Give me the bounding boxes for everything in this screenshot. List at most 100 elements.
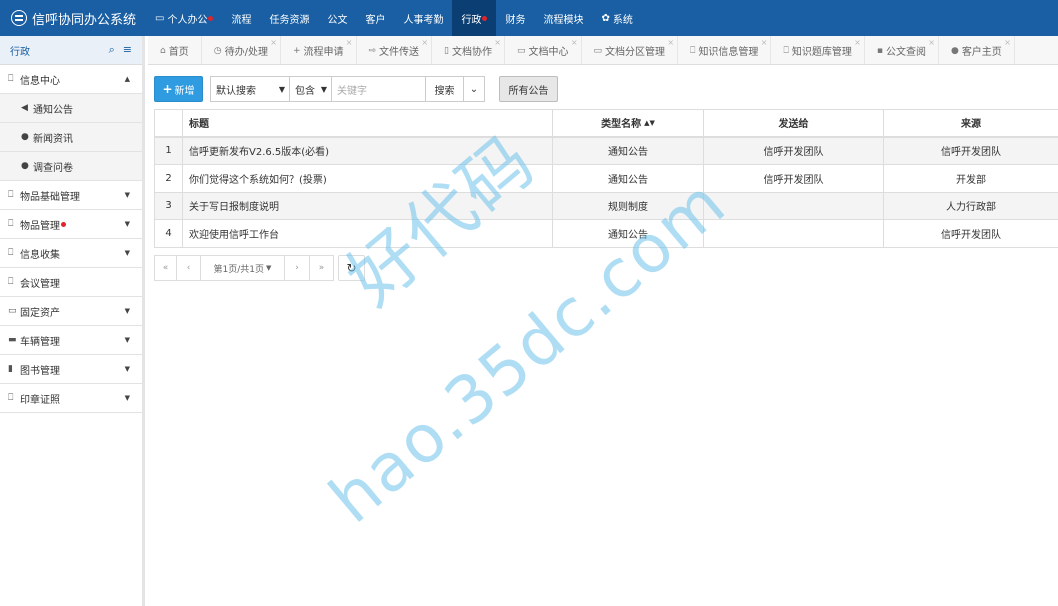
chevron-down-icon: ▼ xyxy=(278,84,285,94)
caret-down-icon: ▼ xyxy=(124,307,130,315)
match-mode-select[interactable]: 包含 ▼ xyxy=(290,76,332,102)
pagination: « ‹ 第1页/共1页 ▼ › » ↻ xyxy=(154,255,365,281)
plus-icon: + xyxy=(292,45,301,56)
table-row[interactable]: 2 你们觉得这个系统如何？(投票) 通知公告 信呼开发团队 开发部 xyxy=(154,165,1058,193)
col-send-to: 发送给 xyxy=(703,110,883,136)
logo-icon xyxy=(11,10,27,26)
question-icon: ● xyxy=(21,161,29,171)
sidebar-item-fixed-assets[interactable]: ▭ 固定资产 ▼ xyxy=(0,297,142,326)
keyword-input[interactable]: 关键字 xyxy=(332,76,426,102)
topnav-admin[interactable]: 行政 xyxy=(452,0,497,36)
close-icon[interactable]: × xyxy=(761,38,768,47)
top-menu: ▭ 个人办公 流程 任务资源 公文 客户 人事考勤 行政 财务 流程模块 ✿ 系统 xyxy=(146,0,642,36)
sidebar-item-vehicles[interactable]: ▬ 车辆管理 ▼ xyxy=(0,326,142,355)
tab-home[interactable]: ⌂ 首页 xyxy=(148,36,202,64)
tab-knowledge-bank[interactable]: ⎕ 知识题库管理 × xyxy=(771,36,865,64)
close-icon[interactable]: × xyxy=(270,38,277,47)
search-icon[interactable]: ⌕ xyxy=(109,43,115,57)
refresh-icon: ↻ xyxy=(346,261,357,275)
caret-down-icon: ▼ xyxy=(124,394,130,402)
tab-knowledge-info[interactable]: ⎕ 知识信息管理 × xyxy=(678,36,772,64)
sidebar-item-info-collect[interactable]: ⎕ 信息收集 ▼ xyxy=(0,239,142,268)
app-brand[interactable]: 信呼协同办公系统 xyxy=(0,9,146,28)
topnav-finance[interactable]: 财务 xyxy=(496,0,534,36)
sidebar-item-books[interactable]: ▮ 图书管理 ▼ xyxy=(0,355,142,384)
sidebar-item-news[interactable]: ● 新闻资讯 xyxy=(0,123,142,152)
globe-icon: ● xyxy=(21,132,29,142)
sidebar-title: 行政 xyxy=(10,46,30,58)
bookmark-icon: ⎕ xyxy=(8,219,14,229)
notification-dot xyxy=(61,221,66,227)
topnav-system[interactable]: ✿ 系统 xyxy=(592,0,641,36)
search-dropdown-button[interactable]: ⌄ xyxy=(464,76,485,102)
tab-bar: ⌂ 首页 ◷ 待办/处理 × + 流程申请 × ⇨ 文件传送 × ▯ 文档协作 × ▭ 文档中心 × … xyxy=(148,36,1058,65)
tab-doc-center[interactable]: ▭ 文档中心 × xyxy=(505,36,582,64)
add-button[interactable]: + 新增 xyxy=(154,76,203,102)
close-icon[interactable]: × xyxy=(1004,38,1011,47)
tab-flow-apply[interactable]: + 流程申请 × xyxy=(281,36,357,64)
caret-down-icon: ▼ xyxy=(124,191,130,199)
sidebar-item-item-basics[interactable]: ⎕ 物品基础管理 ▼ xyxy=(0,181,142,210)
close-icon[interactable]: × xyxy=(854,38,861,47)
tab-doc-collab[interactable]: ▯ 文档协作 × xyxy=(432,36,505,64)
col-type[interactable]: 类型名称 ▲▼ xyxy=(552,110,703,136)
topnav-flow[interactable]: 流程 xyxy=(222,0,260,36)
sidebar-item-meetings[interactable]: ⎕ 会议管理 xyxy=(0,268,142,297)
folder-icon: ▭ xyxy=(593,45,603,56)
tab-doc-partition[interactable]: ▭ 文档分区管理 × xyxy=(582,36,679,64)
laptop-icon: ▭ xyxy=(8,306,17,316)
page-select[interactable]: 第1页/共1页 ▼ xyxy=(201,255,285,281)
chevron-down-icon: ⌄ xyxy=(469,83,479,95)
last-page-button[interactable]: » xyxy=(310,255,334,281)
topnav-hr[interactable]: 人事考勤 xyxy=(394,0,452,36)
briefcase-icon: ▪ xyxy=(876,45,883,56)
truck-icon: ▬ xyxy=(8,335,17,345)
prev-page-button[interactable]: ‹ xyxy=(177,255,201,281)
close-icon[interactable]: × xyxy=(421,38,428,47)
tab-todo[interactable]: ◷ 待办/处理 × xyxy=(202,36,281,64)
close-icon[interactable]: × xyxy=(928,38,935,47)
clock-icon: ◷ xyxy=(213,45,222,56)
topnav-flow-modules[interactable]: 流程模块 xyxy=(534,0,592,36)
bookmark-icon: ⎕ xyxy=(8,74,14,84)
menu-icon[interactable]: ≡ xyxy=(123,43,132,57)
sort-icon: ▲▼ xyxy=(644,118,655,127)
tab-file-transfer[interactable]: ⇨ 文件传送 × xyxy=(357,36,433,64)
close-icon[interactable]: × xyxy=(571,38,578,47)
next-page-button[interactable]: › xyxy=(285,255,310,281)
sidebar-header: 行政 ⌕ ≡ xyxy=(0,36,142,65)
close-icon[interactable]: × xyxy=(494,38,501,47)
sidebar-item-seals[interactable]: ⎕ 印章证照 ▼ xyxy=(0,384,142,413)
table-row[interactable]: 3 关于写日报制度说明 规则制度 人力行政部 xyxy=(154,192,1058,220)
sidebar-item-item-management[interactable]: ⎕ 物品管理 ▼ xyxy=(0,210,142,239)
table-row[interactable]: 4 欢迎使用信呼工作台 通知公告 信呼开发团队 xyxy=(154,220,1058,248)
search-button[interactable]: 搜索 xyxy=(426,76,464,102)
topnav-customers[interactable]: 客户 xyxy=(356,0,394,36)
caret-up-icon: ▲ xyxy=(124,75,130,83)
book-icon: ▮ xyxy=(8,364,13,374)
user-icon: ● xyxy=(950,45,959,56)
close-icon[interactable]: × xyxy=(667,38,674,47)
tab-customer-home[interactable]: ● 客户主页 × xyxy=(939,36,1015,64)
sidebar-item-notices[interactable]: ◀ 通知公告 xyxy=(0,94,142,123)
all-notices-button[interactable]: 所有公告 xyxy=(499,76,558,102)
sidebar-item-survey[interactable]: ● 调查问卷 xyxy=(0,152,142,181)
sidebar-item-info-center[interactable]: ⎕ 信息中心 ▲ xyxy=(0,65,142,94)
bookmark-icon: ⎕ xyxy=(8,277,14,287)
share-icon: ⇨ xyxy=(368,45,377,56)
file-icon: ▯ xyxy=(444,45,449,56)
first-page-button[interactable]: « xyxy=(154,255,177,281)
topnav-personal[interactable]: ▭ 个人办公 xyxy=(146,0,222,36)
notification-dot xyxy=(208,15,214,21)
bookmark-icon: ⎕ xyxy=(690,45,696,56)
refresh-button[interactable]: ↻ xyxy=(338,255,365,281)
tab-doc-review[interactable]: ▪ 公文查阅 × xyxy=(865,36,939,64)
top-navbar: 信呼协同办公系统 ▭ 个人办公 流程 任务资源 公文 客户 人事考勤 行政 财务 … xyxy=(0,0,1058,36)
volume-icon: ◀ xyxy=(21,103,28,113)
topnav-documents[interactable]: 公文 xyxy=(318,0,356,36)
table-row[interactable]: 1 信呼更新发布V2.6.5版本(必看) 通知公告 信呼开发团队 信呼开发团队 xyxy=(154,137,1058,165)
topnav-tasks[interactable]: 任务资源 xyxy=(260,0,318,36)
search-scope-select[interactable]: 默认搜索 ▼ xyxy=(210,76,290,102)
caret-down-icon: ▼ xyxy=(266,264,272,272)
close-icon[interactable]: × xyxy=(346,38,353,47)
